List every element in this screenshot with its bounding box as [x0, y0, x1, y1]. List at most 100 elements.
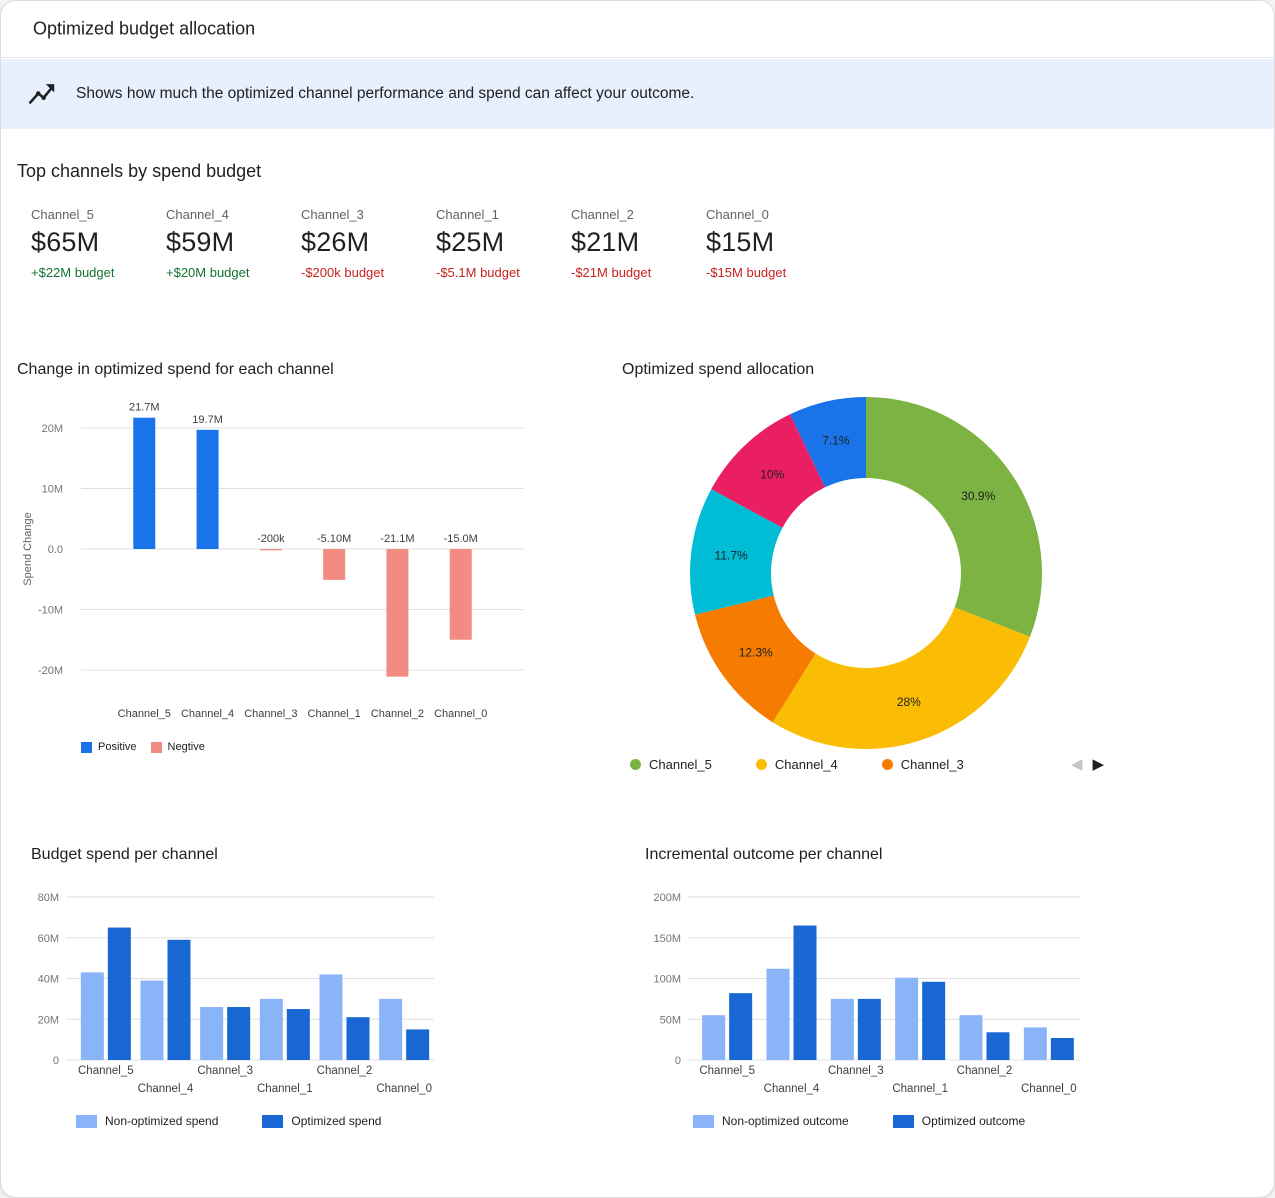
y-axis-title: Spend Change — [22, 512, 34, 585]
channel-summary-card: Channel_3$26M-$200k budget — [301, 207, 436, 280]
x-axis-label: Channel_1 — [892, 1083, 948, 1095]
channel-budget-delta: +$22M budget — [31, 265, 166, 280]
legend-item: Channel_3 — [882, 757, 964, 772]
bar-value-label: -200k — [257, 533, 285, 545]
optimized-bar — [168, 940, 191, 1060]
non-optimized-bar — [260, 999, 283, 1060]
y-tick-label: 0 — [53, 1055, 59, 1067]
bar-value-label: -5.10M — [317, 533, 351, 545]
channel-name: Channel_4 — [166, 207, 301, 222]
legend-color-swatch — [81, 742, 92, 753]
legend-item: Optimized outcome — [893, 1114, 1025, 1128]
spend-change-bar — [386, 549, 408, 677]
budget-spend-legend: Non-optimized spendOptimized spend — [76, 1114, 425, 1128]
channel-name: Channel_3 — [301, 207, 436, 222]
legend-next-button[interactable]: ▶ — [1092, 757, 1104, 772]
non-optimized-bar — [960, 1015, 983, 1060]
channel-summary-card: Channel_4$59M+$20M budget — [166, 207, 301, 280]
legend-color-swatch — [756, 759, 767, 770]
non-optimized-bar — [379, 999, 402, 1060]
slice-percent-label: 11.7% — [715, 549, 748, 563]
slice-percent-label: 12.3% — [739, 646, 773, 660]
x-axis-label: Channel_3 — [197, 1065, 253, 1077]
channel-budget-delta: -$5.1M budget — [436, 265, 571, 280]
channel-spend-value: $15M — [706, 227, 841, 258]
slice-percent-label: 10% — [760, 467, 784, 481]
top-channels-heading: Top channels by spend budget — [17, 161, 261, 182]
channel-spend-value: $21M — [571, 227, 706, 258]
legend-color-swatch — [893, 1115, 914, 1128]
legend-item: Positive — [81, 741, 137, 753]
x-axis-label: Channel_3 — [828, 1065, 884, 1077]
bar-value-label: 21.7M — [129, 402, 160, 414]
channel-name: Channel_5 — [31, 207, 166, 222]
optimized-bar — [729, 993, 752, 1060]
y-tick-label: 40M — [38, 974, 59, 986]
optimized-bar — [406, 1029, 429, 1060]
spend-change-chart-title: Change in optimized spend for each chann… — [17, 361, 557, 379]
x-axis-label: Channel_0 — [434, 708, 487, 720]
bar-value-label: -21.1M — [380, 533, 414, 545]
channel-summary-card: Channel_2$21M-$21M budget — [571, 207, 706, 280]
top-channels-row: Channel_5$65M+$22M budgetChannel_4$59M+$… — [31, 207, 841, 280]
legend-item: Non-optimized outcome — [693, 1114, 849, 1128]
x-axis-label: Channel_2 — [371, 708, 424, 720]
legend-label: Negtive — [168, 741, 205, 753]
optimized-bar — [987, 1032, 1010, 1060]
optimized-bar — [1051, 1038, 1074, 1060]
optimized-bar — [227, 1007, 250, 1060]
slice-percent-label: 28% — [897, 695, 921, 709]
slice-percent-label: 7.1% — [822, 433, 850, 447]
legend-label: Optimized spend — [291, 1114, 381, 1128]
x-axis-label: Channel_4 — [138, 1083, 194, 1095]
spend-change-bar — [260, 549, 282, 550]
channel-budget-delta: +$20M budget — [166, 265, 301, 280]
legend-item: Channel_4 — [756, 757, 838, 772]
channel-summary-card: Channel_0$15M-$15M budget — [706, 207, 841, 280]
x-axis-label: Channel_1 — [308, 708, 361, 720]
legend-color-swatch — [76, 1115, 97, 1128]
spend-change-chart: 20M10M0.0-10M-20M21.7MChannel_519.7MChan… — [17, 385, 557, 735]
legend-color-swatch — [262, 1115, 283, 1128]
channel-budget-delta: -$200k budget — [301, 265, 436, 280]
incremental-outcome-chart: 050M100M150M200MChannel_5Channel_4Channe… — [645, 878, 1095, 1103]
legend-pagination: ◀▶ — [1071, 757, 1104, 772]
y-tick-label: 150M — [653, 933, 681, 945]
budget-spend-chart-title: Budget spend per channel — [31, 846, 451, 864]
legend-label: Positive — [98, 741, 137, 753]
x-axis-label: Channel_4 — [764, 1083, 820, 1095]
non-optimized-bar — [895, 978, 918, 1060]
y-tick-label: 0.0 — [48, 544, 63, 556]
bar-value-label: 19.7M — [192, 414, 223, 426]
x-axis-label: Channel_5 — [699, 1065, 755, 1077]
non-optimized-bar — [1024, 1027, 1047, 1060]
legend-label: Non-optimized outcome — [722, 1114, 849, 1128]
legend-label: Channel_5 — [649, 757, 712, 772]
optimized-bar — [794, 926, 817, 1060]
y-tick-label: 20M — [38, 1014, 59, 1026]
x-axis-label: Channel_5 — [118, 708, 171, 720]
channel-name: Channel_2 — [571, 207, 706, 222]
legend-label: Channel_4 — [775, 757, 838, 772]
card-header: Optimized budget allocation — [1, 1, 1274, 58]
legend-color-swatch — [882, 759, 893, 770]
trending-insights-icon — [27, 79, 57, 109]
legend-item: Negtive — [151, 741, 205, 753]
optimized-bar — [287, 1009, 310, 1060]
optimized-bar — [858, 999, 881, 1060]
spend-change-bar — [323, 549, 345, 580]
legend-prev-button[interactable]: ◀ — [1071, 757, 1083, 772]
y-tick-label: 10M — [42, 484, 63, 496]
legend-label: Optimized outcome — [922, 1114, 1025, 1128]
y-tick-label: 60M — [38, 933, 59, 945]
channel-spend-value: $25M — [436, 227, 571, 258]
y-tick-label: -10M — [38, 605, 63, 617]
slice-percent-label: 30.9% — [961, 489, 995, 503]
y-tick-label: 200M — [653, 892, 681, 904]
non-optimized-bar — [831, 999, 854, 1060]
spend-change-legend: Positive Negtive — [81, 741, 219, 753]
y-tick-label: 20M — [42, 423, 63, 435]
x-axis-label: Channel_4 — [181, 708, 234, 720]
legend-label: Channel_3 — [901, 757, 964, 772]
non-optimized-bar — [767, 969, 790, 1060]
